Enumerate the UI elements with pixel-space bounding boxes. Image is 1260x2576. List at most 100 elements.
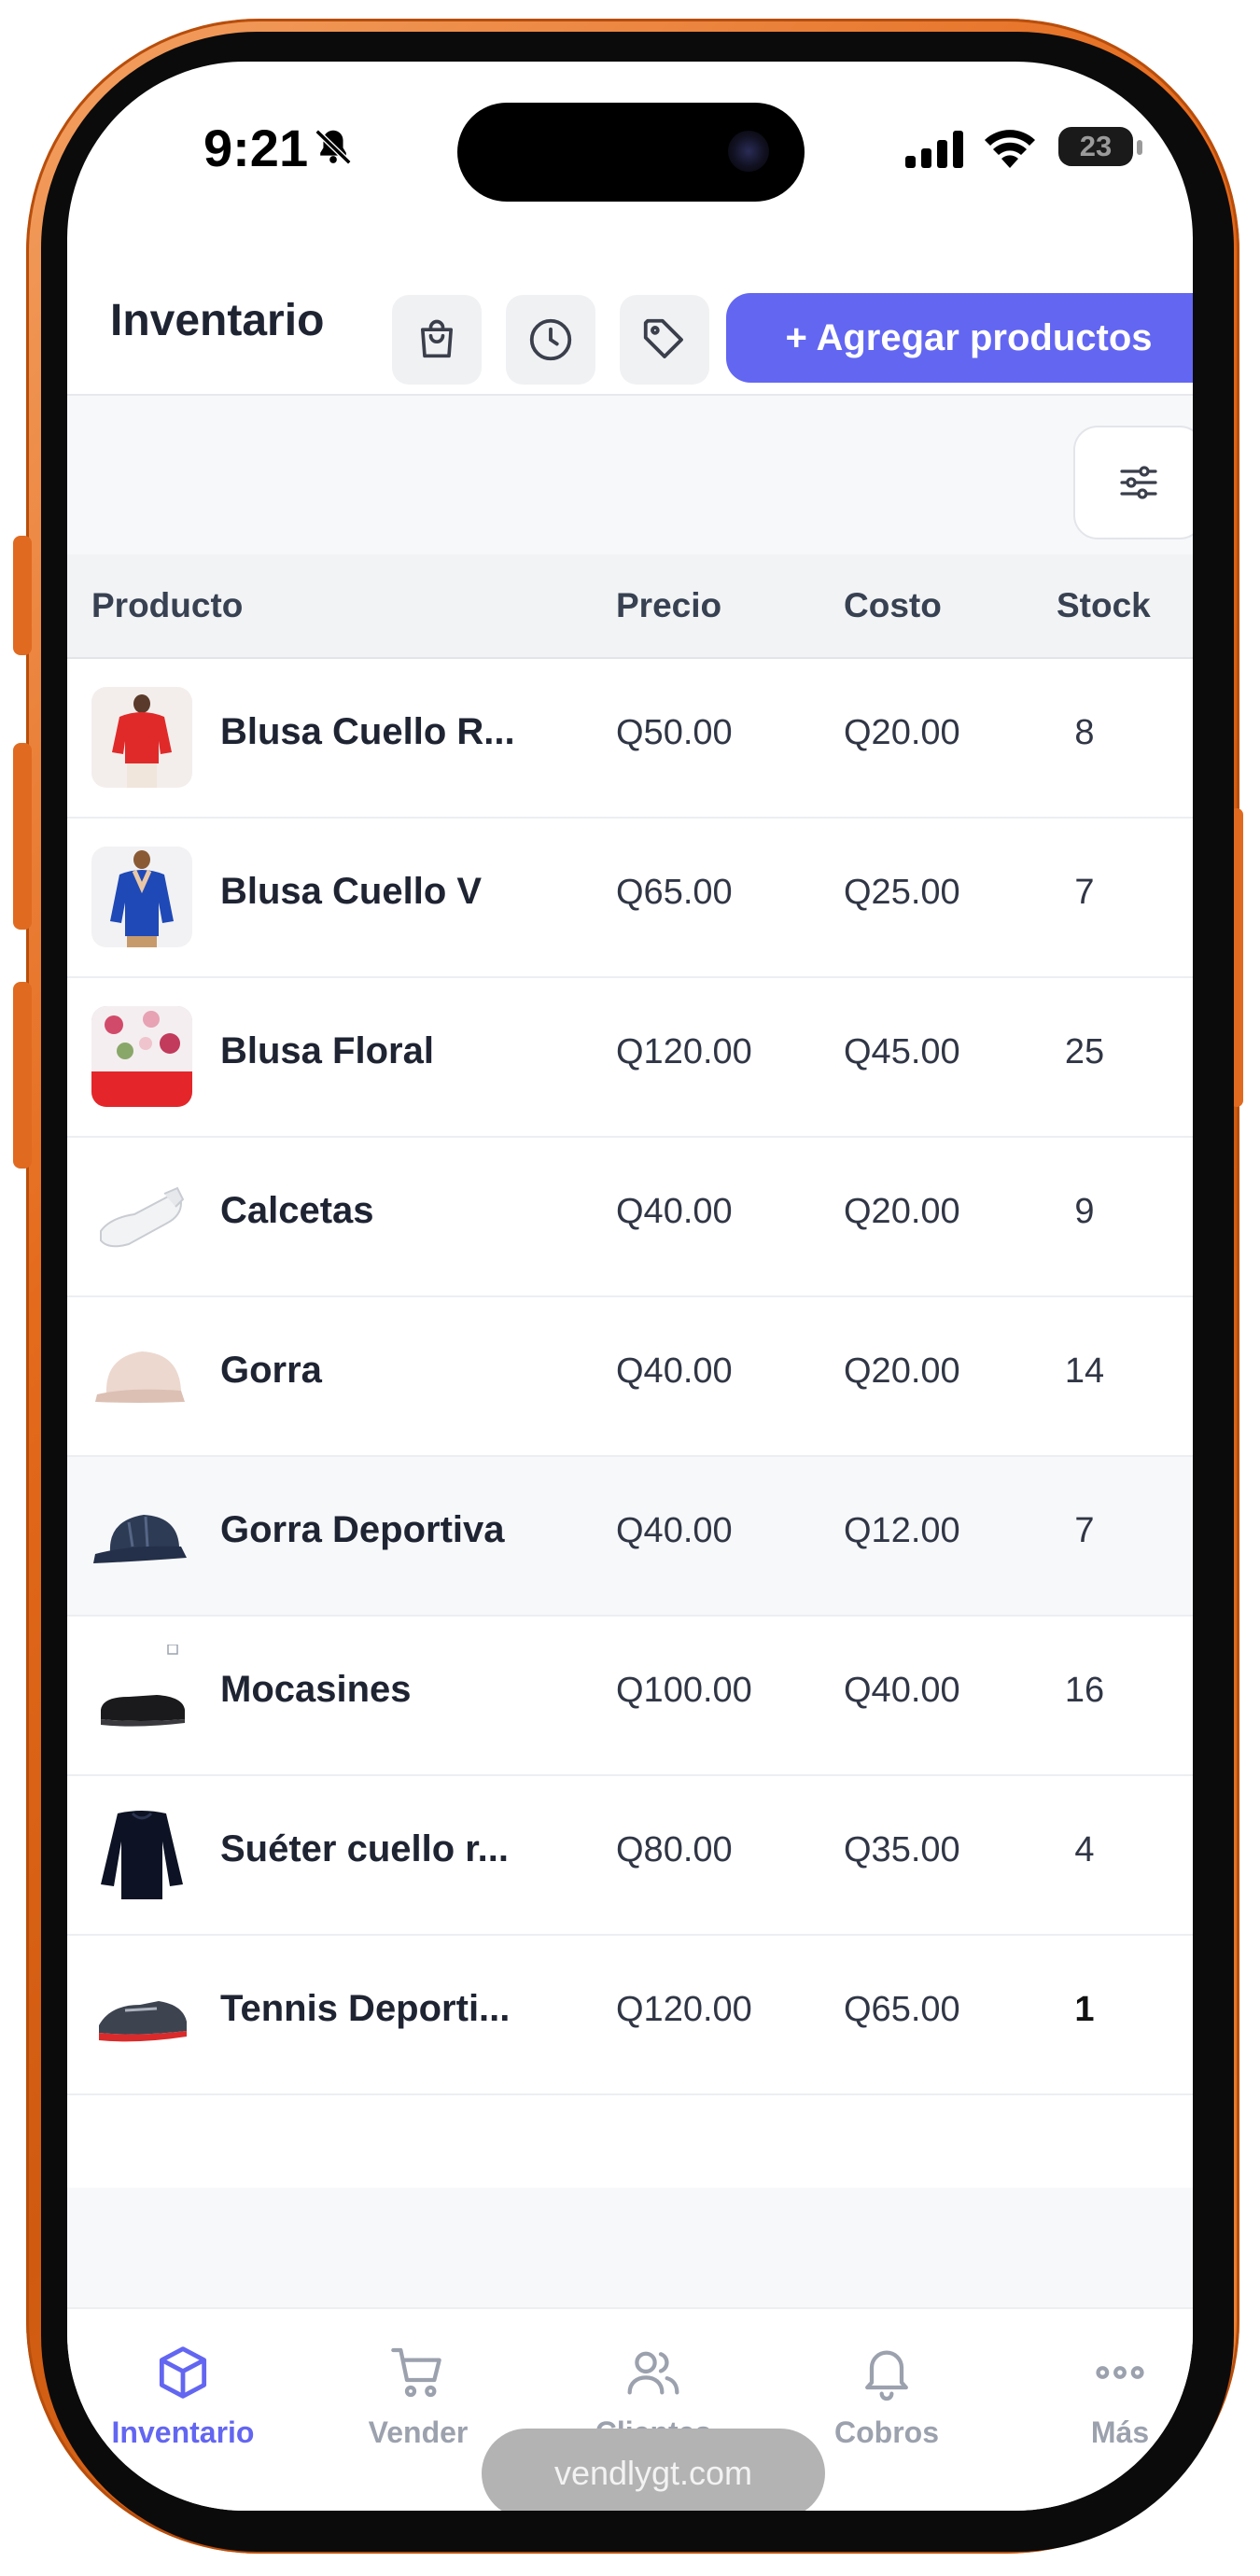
product-stock: 25 xyxy=(1064,1032,1105,1071)
app-header: Inventario + Agregar productos xyxy=(67,258,1193,396)
dynamic-island xyxy=(457,103,805,202)
add-products-button[interactable]: + Agregar productos xyxy=(726,293,1193,383)
box-icon xyxy=(159,2346,207,2399)
product-thumbnail xyxy=(91,1166,192,1267)
product-price: Q40.00 xyxy=(616,1192,733,1231)
product-table: Blusa Cuello R... Q50.00 Q20.00 8 Blusa … xyxy=(67,659,1193,2095)
product-price: Q80.00 xyxy=(616,1830,733,1869)
page-title: Inventario xyxy=(110,296,325,345)
product-price: Q120.00 xyxy=(616,1032,752,1071)
battery-indicator: 23 xyxy=(1058,127,1133,166)
table-header: Producto Precio Costo Stock xyxy=(67,554,1193,659)
table-row[interactable]: Blusa Floral Q120.00 Q45.00 25 xyxy=(67,978,1193,1138)
history-button[interactable] xyxy=(506,295,595,385)
side-button-action xyxy=(13,536,32,655)
product-thumbnail xyxy=(91,1804,192,1905)
product-stock: 1 xyxy=(1074,1990,1095,2029)
bell-slash-icon xyxy=(315,129,352,165)
product-thumbnail xyxy=(91,1485,192,1586)
product-name: Blusa Floral xyxy=(220,1030,434,1071)
users-icon xyxy=(627,2351,679,2395)
nav-label: Vender xyxy=(368,2415,469,2449)
product-name: Mocasines xyxy=(220,1669,412,1710)
product-cost: Q20.00 xyxy=(844,1351,960,1391)
table-row[interactable]: Calcetas Q40.00 Q20.00 9 xyxy=(67,1138,1193,1297)
product-stock: 9 xyxy=(1074,1192,1095,1231)
product-price: Q50.00 xyxy=(616,713,733,752)
more-icon xyxy=(1096,2366,1144,2379)
product-thumbnail xyxy=(91,1645,192,1745)
product-name: Blusa Cuello V xyxy=(220,871,483,912)
nav-item-mas[interactable]: Más xyxy=(1027,2343,1193,2450)
product-thumbnail xyxy=(91,1964,192,2065)
product-cost: Q20.00 xyxy=(844,1192,960,1231)
tag-icon xyxy=(643,318,683,358)
product-thumbnail xyxy=(91,847,192,947)
table-row[interactable]: Mocasines Q100.00 Q40.00 16 xyxy=(67,1617,1193,1776)
column-header-product[interactable]: Producto xyxy=(91,586,243,625)
nav-label: Más xyxy=(1090,2415,1150,2449)
filter-button[interactable] xyxy=(1073,426,1193,539)
column-header-stock[interactable]: Stock xyxy=(1057,586,1151,625)
product-cost: Q20.00 xyxy=(844,713,960,752)
product-name: Calcetas xyxy=(220,1190,374,1231)
product-price: Q40.00 xyxy=(616,1351,733,1391)
product-name: Blusa Cuello R... xyxy=(220,711,515,752)
sliders-icon xyxy=(1120,466,1157,499)
product-price: Q65.00 xyxy=(616,873,733,912)
product-stock: 14 xyxy=(1064,1351,1105,1391)
column-header-cost[interactable]: Costo xyxy=(844,586,942,625)
table-row[interactable]: Suéter cuello r... Q80.00 Q35.00 4 xyxy=(67,1776,1193,1936)
shopping-bag-icon xyxy=(420,319,454,358)
nav-label: Inventario xyxy=(111,2415,255,2449)
product-cost: Q25.00 xyxy=(844,873,960,912)
table-footer-space xyxy=(67,2188,1193,2309)
battery-level: 23 xyxy=(1079,130,1113,162)
product-cost: Q45.00 xyxy=(844,1032,960,1071)
product-stock: 4 xyxy=(1074,1830,1095,1869)
product-cost: Q12.00 xyxy=(844,1511,960,1550)
product-name: Tennis Deporti... xyxy=(220,1988,511,2029)
cellular-signal-icon xyxy=(905,131,963,168)
product-stock: 7 xyxy=(1074,873,1095,912)
clock-icon xyxy=(529,318,572,361)
table-row[interactable]: Tennis Deporti... Q120.00 Q65.00 1 xyxy=(67,1936,1193,2095)
browser-url-pill[interactable]: vendlygt.com xyxy=(482,2429,825,2511)
product-cost: Q35.00 xyxy=(844,1830,960,1869)
table-row[interactable]: Gorra Deportiva Q40.00 Q12.00 7 xyxy=(67,1457,1193,1617)
orders-button[interactable] xyxy=(392,295,482,385)
product-name: Gorra Deportiva xyxy=(220,1509,505,1550)
product-name: Gorra xyxy=(220,1350,322,1391)
table-row[interactable]: Blusa Cuello V Q65.00 Q25.00 7 xyxy=(67,819,1193,978)
screen: 9:21 23 Inventario + Agregar productos P… xyxy=(67,62,1193,2511)
nav-label: Cobros xyxy=(834,2415,939,2449)
nav-item-vender[interactable]: Vender xyxy=(325,2343,511,2450)
product-stock: 8 xyxy=(1074,713,1095,752)
product-thumbnail xyxy=(91,1006,192,1107)
product-cost: Q40.00 xyxy=(844,1671,960,1710)
table-row[interactable]: Blusa Cuello R... Q50.00 Q20.00 8 xyxy=(67,659,1193,819)
nav-item-cobros[interactable]: Cobros xyxy=(793,2343,980,2450)
filter-toolbar xyxy=(67,396,1193,554)
product-price: Q40.00 xyxy=(616,1511,733,1550)
product-thumbnail xyxy=(91,687,192,788)
product-price: Q120.00 xyxy=(616,1990,752,2029)
nav-item-inventario[interactable]: Inventario xyxy=(90,2343,276,2450)
product-stock: 16 xyxy=(1064,1671,1105,1710)
battery-nub xyxy=(1137,140,1142,155)
table-row[interactable]: Gorra Q40.00 Q20.00 14 xyxy=(67,1297,1193,1457)
side-button-volume-down xyxy=(13,982,32,1169)
camera-lens xyxy=(728,131,769,172)
product-name: Suéter cuello r... xyxy=(220,1828,510,1869)
tags-button[interactable] xyxy=(620,295,709,385)
wifi-icon xyxy=(985,130,1035,168)
bell-icon xyxy=(865,2350,908,2401)
column-header-price[interactable]: Precio xyxy=(616,586,721,625)
status-time: 9:21 xyxy=(203,119,309,177)
product-cost: Q65.00 xyxy=(844,1990,960,2029)
product-price: Q100.00 xyxy=(616,1671,752,1710)
product-stock: 7 xyxy=(1074,1511,1095,1550)
cart-icon xyxy=(391,2347,441,2398)
side-button-volume-up xyxy=(13,743,32,930)
product-thumbnail xyxy=(91,1325,192,1426)
